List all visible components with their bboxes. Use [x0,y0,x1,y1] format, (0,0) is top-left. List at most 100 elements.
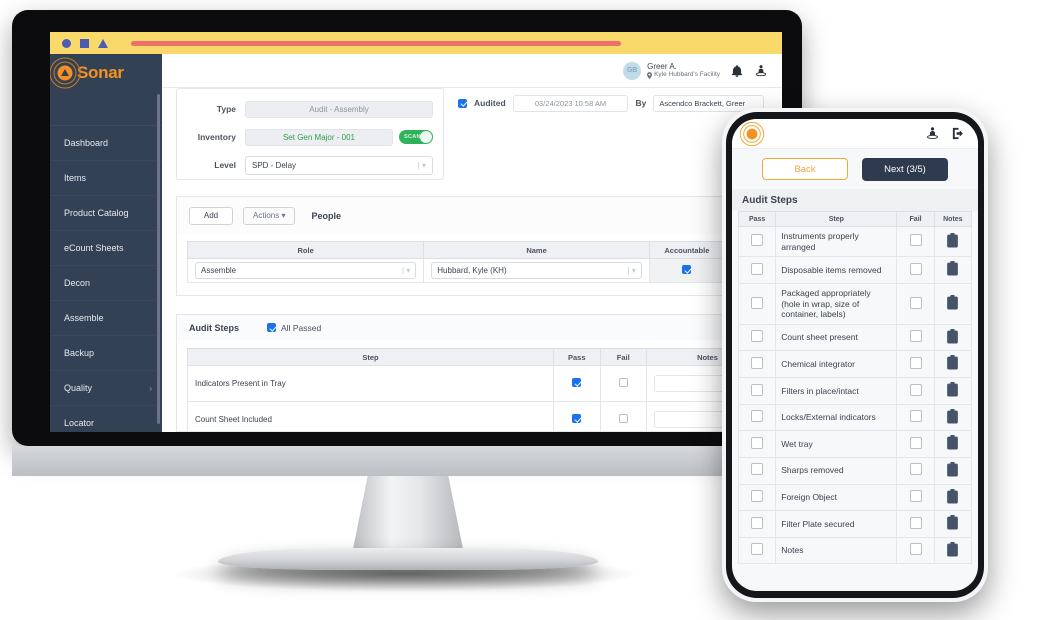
sidebar: Sonar Dashboard Items Product Catalog eC… [50,54,162,432]
table-header-row: Step Pass Fail Notes [186,348,770,366]
monitor-stand-base [218,548,598,570]
clipboard-icon[interactable] [946,408,959,424]
cell-fail [896,377,935,405]
desktop-screen: GB Greer A. Kyle Hubbard's Facility Sona… [32,32,782,432]
sonar-radar-icon[interactable] [739,121,765,146]
cell-step: Instruments properly arranged [775,225,898,258]
role-select[interactable]: Assemble | ▾ [195,262,417,279]
pass-checkbox[interactable] [751,356,764,369]
sidebar-item-items[interactable]: Items [50,161,162,196]
clipboard-icon[interactable] [946,461,959,477]
fail-checkbox[interactable] [909,234,922,247]
clipboard-icon[interactable] [946,515,959,530]
fail-checkbox[interactable] [909,262,922,275]
pass-checkbox[interactable] [572,378,582,387]
people-section-title: People [311,210,341,221]
phone-audit-steps-table: Pass Step Fail Notes Instruments properl… [737,211,973,565]
audited-checkbox[interactable] [458,98,467,108]
fail-checkbox[interactable] [909,296,922,309]
fail-checkbox[interactable] [909,330,922,343]
clipboard-icon[interactable] [946,382,959,397]
sidebar-item-product-catalog[interactable]: Product Catalog [50,196,162,231]
cell-notes [933,536,973,565]
pass-checkbox[interactable] [751,262,764,275]
clipboard-icon[interactable] [946,488,959,504]
clipboard-icon[interactable] [946,261,959,276]
sidebar-scrollbar[interactable] [157,94,160,424]
all-passed-checkbox[interactable] [267,323,277,332]
support-person-icon[interactable] [925,126,940,141]
pass-checkbox[interactable] [751,234,764,247]
support-person-icon[interactable] [754,64,768,78]
sidebar-item-label: Locator [64,418,95,428]
table-row: Sharps removed [737,456,973,485]
cell-step: Wet tray [775,430,898,458]
accountable-checkbox[interactable] [682,265,692,274]
fail-checkbox[interactable] [909,436,922,449]
chevron-down-icon: | ▾ [417,160,426,170]
clipboard-icon[interactable] [946,541,959,557]
next-button[interactable]: Next (3/5) [862,157,948,181]
pass-checkbox[interactable] [751,410,764,423]
pass-checkbox[interactable] [751,516,764,529]
sidebar-item-decon[interactable]: Decon [50,266,162,301]
sidebar-item-label: Items [64,173,87,183]
sidebar-item-assemble[interactable]: Assemble [50,301,162,336]
role-value: Assemble [201,266,237,275]
pass-checkbox[interactable] [751,383,764,396]
cell-fail [896,282,935,325]
fail-checkbox[interactable] [909,490,922,502]
person-select[interactable]: Hubbard, Kyle (KH) | ▾ [431,262,642,279]
pass-checkbox[interactable] [572,414,582,423]
user-menu[interactable]: GB Greer A. Kyle Hubbard's Facility [623,61,720,80]
fail-checkbox[interactable] [618,414,628,423]
window-titlebar [50,32,782,54]
actions-button[interactable]: Actions ▾ [243,206,296,225]
col-fail: Fail [896,211,935,227]
audited-datetime-field[interactable]: 03/24/2023 10:58 AM [512,94,629,112]
scan-toggle[interactable]: SCAN [399,130,433,144]
fail-checkbox[interactable] [909,516,922,529]
clipboard-icon[interactable] [946,328,959,344]
clipboard-icon[interactable] [946,232,959,248]
phone-table-wrapper: Pass Step Fail Notes Instruments properl… [732,211,978,565]
cell-fail [599,401,647,432]
cell-fail [896,483,935,512]
pass-checkbox[interactable] [751,436,764,449]
sidebar-item-locator[interactable]: Locator [50,406,162,432]
fail-checkbox[interactable] [909,356,922,369]
phone-nav-buttons: Back Next (3/5) [732,149,978,189]
fail-checkbox[interactable] [909,383,922,396]
clipboard-icon[interactable] [946,295,959,310]
fail-checkbox[interactable] [909,543,922,556]
titlebar-progress-bar [131,40,621,46]
location-pin-icon [647,71,653,79]
fail-checkbox[interactable] [909,410,922,423]
logout-icon[interactable] [951,126,966,141]
pass-checkbox[interactable] [751,543,764,556]
sidebar-item-backup[interactable]: Backup [50,336,162,371]
add-button[interactable]: Add [189,206,233,225]
sidebar-item-quality[interactable]: Quality › [50,371,162,406]
fail-checkbox[interactable] [909,463,922,476]
level-select[interactable]: SPD - Delay | ▾ [245,155,433,175]
fail-checkbox[interactable] [618,378,628,387]
pass-checkbox[interactable] [751,330,764,343]
pass-checkbox[interactable] [751,296,764,309]
sidebar-item-dashboard[interactable]: Dashboard [50,126,162,161]
all-passed-group[interactable]: All Passed [267,323,321,333]
sidebar-item-ecount-sheets[interactable]: eCount Sheets [50,231,162,266]
cell-fail [896,456,935,485]
audit-steps-toolbar: Audit Steps All Passed [176,314,770,340]
app-logo[interactable]: Sonar [50,54,162,92]
clipboard-icon[interactable] [946,435,959,450]
pass-checkbox[interactable] [751,490,764,502]
cell-pass [737,483,777,512]
col-pass: Pass [553,348,601,366]
chevron-down-icon: | ▾ [627,266,636,275]
table-row: Filters in place/intact [737,377,973,405]
pass-checkbox[interactable] [751,463,764,476]
clipboard-icon[interactable] [946,355,959,370]
bell-icon[interactable] [730,64,744,78]
back-button[interactable]: Back [762,158,848,180]
